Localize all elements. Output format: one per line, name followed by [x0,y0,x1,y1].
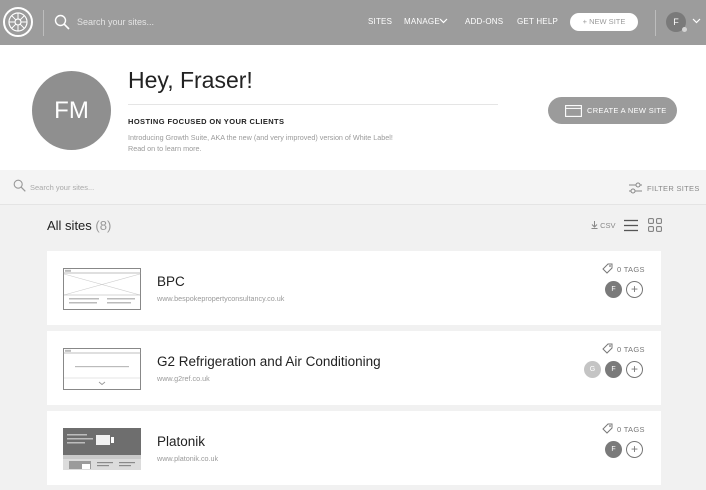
nav-divider [43,10,44,36]
announcement-text: Introducing Growth Suite, AKA the new (a… [128,133,393,153]
tag-count[interactable]: 0 TAGS [617,345,645,354]
browser-window-icon [565,105,582,117]
announcement-title[interactable]: HOSTING FOCUSED ON YOUR CLIENTS [128,117,284,126]
site-card[interactable]: Platonik www.platonik.co.uk 0 TAGS F + [47,411,661,485]
download-icon [591,221,598,229]
page-title: Hey, Fraser! [128,67,253,93]
add-collaborator-button[interactable]: + [626,441,643,458]
divider [128,104,498,105]
site-card[interactable]: G2 Refrigeration and Air Conditioning ww… [47,331,661,405]
tag-icon[interactable] [602,263,613,274]
top-navbar: SITES MANAGE ADD-ONS GET HELP + NEW SITE… [0,0,706,45]
collaborator-avatar[interactable]: F [605,361,622,378]
chevron-down-icon[interactable] [439,18,448,24]
site-name[interactable]: G2 Refrigeration and Air Conditioning [157,354,381,369]
site-thumbnail[interactable] [63,268,141,310]
sites-count: (8) [95,218,112,233]
collaborator-avatar[interactable]: F [605,281,622,298]
collaborator-avatar[interactable]: G [584,361,601,378]
nav-link-manage[interactable]: MANAGE [404,17,440,26]
site-url[interactable]: www.g2ref.co.uk [157,374,210,383]
sites-heading: All sites (8) [47,218,111,233]
dashboard-hero: FM Hey, Fraser! HOSTING FOCUSED ON YOUR … [0,45,706,170]
chevron-down-icon[interactable] [692,18,701,24]
search-icon[interactable] [54,14,70,30]
new-site-button[interactable]: + NEW SITE [570,13,638,31]
create-site-button[interactable]: CREATE A NEW SITE [548,97,677,124]
nav-search-input[interactable] [77,14,277,30]
list-view-icon[interactable] [624,219,638,232]
tag-count[interactable]: 0 TAGS [617,265,645,274]
flywheel-logo-icon[interactable] [3,7,33,37]
export-csv-label: CSV [600,221,616,230]
add-collaborator-button[interactable]: + [626,281,643,298]
search-icon[interactable] [13,179,26,192]
export-csv-button[interactable]: CSV [591,221,616,230]
sliders-icon[interactable] [629,182,642,194]
collaborator-avatar[interactable]: F [605,441,622,458]
site-thumbnail[interactable] [63,348,141,390]
tag-icon[interactable] [602,343,613,354]
nav-divider [655,10,656,36]
profile-avatar: FM [32,71,111,150]
site-card[interactable]: BPC www.bespokepropertyconsultancy.co.uk… [47,251,661,325]
create-site-label: CREATE A NEW SITE [587,106,667,115]
tag-count[interactable]: 0 TAGS [617,425,645,434]
site-search-input[interactable] [30,181,230,193]
site-name[interactable]: BPC [157,274,185,289]
grid-view-icon[interactable] [648,218,662,232]
site-url[interactable]: www.platonik.co.uk [157,454,218,463]
status-dot [682,27,687,32]
nav-link-sites[interactable]: SITES [368,17,392,26]
nav-link-get-help[interactable]: GET HELP [517,17,558,26]
site-thumbnail[interactable] [63,428,141,470]
site-name[interactable]: Platonik [157,434,205,449]
nav-link-addons[interactable]: ADD-ONS [465,17,503,26]
sites-heading-label: All sites [47,218,92,233]
filter-sites-button[interactable]: FILTER SITES [647,184,700,193]
add-collaborator-button[interactable]: + [626,361,643,378]
filter-bar: FILTER SITES [0,170,706,205]
tag-icon[interactable] [602,423,613,434]
site-url[interactable]: www.bespokepropertyconsultancy.co.uk [157,294,284,303]
